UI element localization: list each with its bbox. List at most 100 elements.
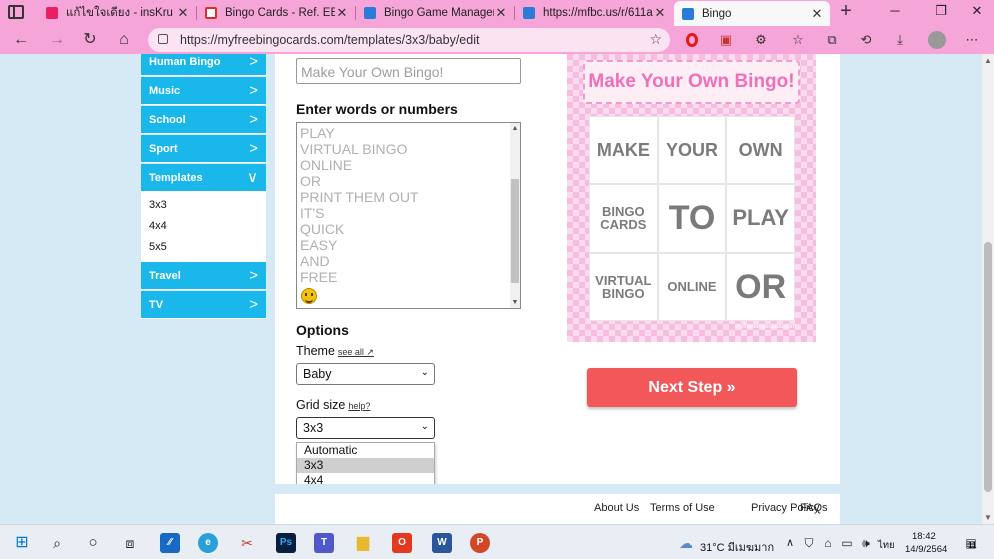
- inskru-icon: [46, 7, 58, 19]
- tab-gmail[interactable]: Bingo Cards - Ref. EE11A ✕: [197, 2, 355, 24]
- next-step-button[interactable]: Next Step »: [587, 368, 797, 407]
- close-icon[interactable]: ✕: [653, 5, 667, 21]
- templates-submenu: 3x3 4x4 5x5: [141, 192, 266, 262]
- edge-icon[interactable]: e: [198, 533, 218, 553]
- input-language[interactable]: ไทย: [878, 538, 895, 553]
- sidebar-subitem-4x4[interactable]: 4x4: [141, 216, 266, 237]
- close-icon[interactable]: ✕: [810, 6, 824, 22]
- tab-bingo-manager[interactable]: Bingo Game Manager ✕: [356, 2, 514, 24]
- words-heading: Enter words or numbers: [296, 101, 458, 117]
- new-tab-button[interactable]: +: [836, 1, 856, 22]
- bingo-card-preview: Make Your Own Bingo! MAKE YOUR OWN BINGO…: [567, 54, 816, 342]
- terms-link[interactable]: Terms of Use: [650, 502, 715, 514]
- media-extension-icon[interactable]: ▣: [718, 32, 734, 48]
- grid-option-automatic[interactable]: Automatic: [297, 443, 434, 458]
- tab-actions-icon[interactable]: [8, 5, 24, 19]
- tab-bingo-active[interactable]: Bingo ✕: [674, 1, 830, 26]
- bingo-icon: [523, 7, 535, 19]
- task-view-icon[interactable]: ⧈: [120, 533, 140, 553]
- word-icon[interactable]: W: [432, 533, 452, 553]
- downloads-icon[interactable]: ⤓: [892, 32, 908, 48]
- scroll-up-icon[interactable]: ▲: [982, 56, 994, 65]
- more-menu-icon[interactable]: ⋯: [964, 32, 980, 48]
- extensions-icon[interactable]: ⚙: [753, 32, 769, 48]
- sidebar-subitem-3x3[interactable]: 3x3: [141, 195, 266, 216]
- volume-icon[interactable]: 🕪: [856, 533, 876, 553]
- battery-icon[interactable]: ▭: [837, 533, 857, 553]
- minimize-button[interactable]: ─: [886, 3, 904, 21]
- maximize-button[interactable]: ❐: [932, 3, 950, 21]
- close-icon[interactable]: ✕: [494, 5, 508, 21]
- sidebar-item-templates[interactable]: Templates ∨: [141, 164, 266, 192]
- weather-icon[interactable]: ☁: [676, 533, 696, 553]
- defender-icon[interactable]: ⛉: [799, 533, 819, 553]
- tab-mfbc[interactable]: https://mfbc.us/r/611aed ✕: [515, 2, 673, 24]
- close-icon[interactable]: ✕: [335, 5, 349, 21]
- sidebar-item-music[interactable]: Music >: [141, 77, 266, 105]
- chevron-right-icon: >: [249, 296, 258, 313]
- teams-icon[interactable]: T: [314, 533, 334, 553]
- scroll-down-icon[interactable]: ▼: [510, 299, 520, 306]
- chevron-down-icon: ∨: [247, 169, 258, 186]
- profile-avatar[interactable]: [928, 31, 946, 49]
- sidebar-item-school[interactable]: School >: [141, 106, 266, 134]
- opera-extension-icon[interactable]: [686, 33, 698, 47]
- back-button[interactable]: ←: [11, 30, 31, 50]
- favorites-icon[interactable]: ☆: [790, 32, 806, 48]
- scroll-down-icon[interactable]: ▼: [982, 513, 994, 522]
- see-all-themes-link[interactable]: see all ↗: [338, 347, 374, 357]
- cortana-icon[interactable]: ○: [83, 533, 103, 553]
- sidebar-item-tv[interactable]: TV >: [141, 291, 266, 319]
- page-scrollbar-thumb[interactable]: [984, 242, 992, 492]
- collections-icon[interactable]: ⧉: [824, 32, 840, 48]
- meet-now-icon[interactable]: ⌂: [818, 533, 838, 553]
- close-window-button[interactable]: ✕: [968, 3, 986, 21]
- sidebar-subitem-5x5[interactable]: 5x5: [141, 237, 266, 258]
- words-textarea[interactable]: PLAY VIRTUAL BINGO ONLINE OR PRINT THEM OUT I…: [296, 122, 521, 309]
- faqs-link[interactable]: FAQs: [800, 502, 828, 514]
- start-icon[interactable]: ⊞: [12, 533, 32, 553]
- lock-icon[interactable]: [158, 34, 168, 44]
- card-title-input[interactable]: Make Your Own Bingo!: [296, 58, 521, 84]
- theme-label: Theme see all ↗: [296, 344, 374, 358]
- search-icon[interactable]: ⌕: [47, 533, 67, 553]
- sidebar-item-travel[interactable]: Travel >: [141, 262, 266, 290]
- favorite-star-icon[interactable]: ☆: [649, 31, 662, 48]
- snipping-tool-icon[interactable]: ✂: [237, 533, 257, 553]
- close-icon[interactable]: ✕: [176, 5, 190, 21]
- scroll-up-icon[interactable]: ▲: [510, 125, 520, 132]
- page-footer: About Us Terms of Use Privacy Policy FAQ…: [275, 494, 840, 524]
- scrollbar-thumb[interactable]: [511, 179, 519, 283]
- file-explorer-icon[interactable]: ▆: [353, 533, 373, 553]
- about-us-link[interactable]: About Us: [594, 502, 639, 514]
- tab-inskru[interactable]: แก้ไขใจเดียง - insKru พื้นที่แบ่ง ✕: [38, 2, 196, 24]
- clock-date[interactable]: 14/9/2564: [905, 544, 947, 555]
- powerpoint-icon[interactable]: P: [470, 533, 490, 553]
- history-icon[interactable]: ⟲: [858, 32, 874, 48]
- grid-help-link[interactable]: help?: [348, 401, 370, 411]
- sidebar-item-human-bingo[interactable]: Human Bingo >: [141, 54, 266, 76]
- forward-button[interactable]: →: [47, 30, 67, 50]
- whiteboard-icon[interactable]: ∕∕: [160, 533, 180, 553]
- office-icon[interactable]: O: [392, 533, 412, 553]
- bingo-cell: MAKE: [589, 116, 658, 185]
- sidebar-item-sport[interactable]: Sport >: [141, 135, 266, 163]
- grid-option-3x3[interactable]: 3x3: [297, 458, 434, 473]
- tab-bar: แก้ไขใจเดียง - insKru พื้นที่แบ่ง ✕ Bing…: [0, 0, 994, 26]
- bingo-cell: OR: [726, 252, 795, 321]
- bingo-cell: TO: [657, 184, 727, 253]
- weather-text[interactable]: 31°C มีเมฆมาก: [700, 538, 774, 556]
- chevron-up-icon[interactable]: ∧: [780, 533, 800, 553]
- home-button[interactable]: ⌂: [114, 30, 134, 50]
- theme-select[interactable]: Baby ⌄: [296, 363, 435, 385]
- address-bar[interactable]: https://myfreebingocards.com/templates/3…: [148, 28, 670, 52]
- url-text[interactable]: https://myfreebingocards.com/templates/3…: [180, 33, 479, 47]
- grid-size-select[interactable]: 3x3 ⌄: [296, 417, 435, 439]
- page-scrollbar[interactable]: ▲ ▼: [982, 54, 994, 524]
- bingo-cell: PLAY: [726, 184, 795, 253]
- word-line: IT'S: [300, 205, 325, 221]
- photoshop-icon[interactable]: Ps: [276, 533, 296, 553]
- textarea-scrollbar[interactable]: ▲ ▼: [510, 123, 520, 308]
- refresh-button[interactable]: ↻: [80, 30, 100, 50]
- clock-time[interactable]: 18:42: [912, 531, 936, 542]
